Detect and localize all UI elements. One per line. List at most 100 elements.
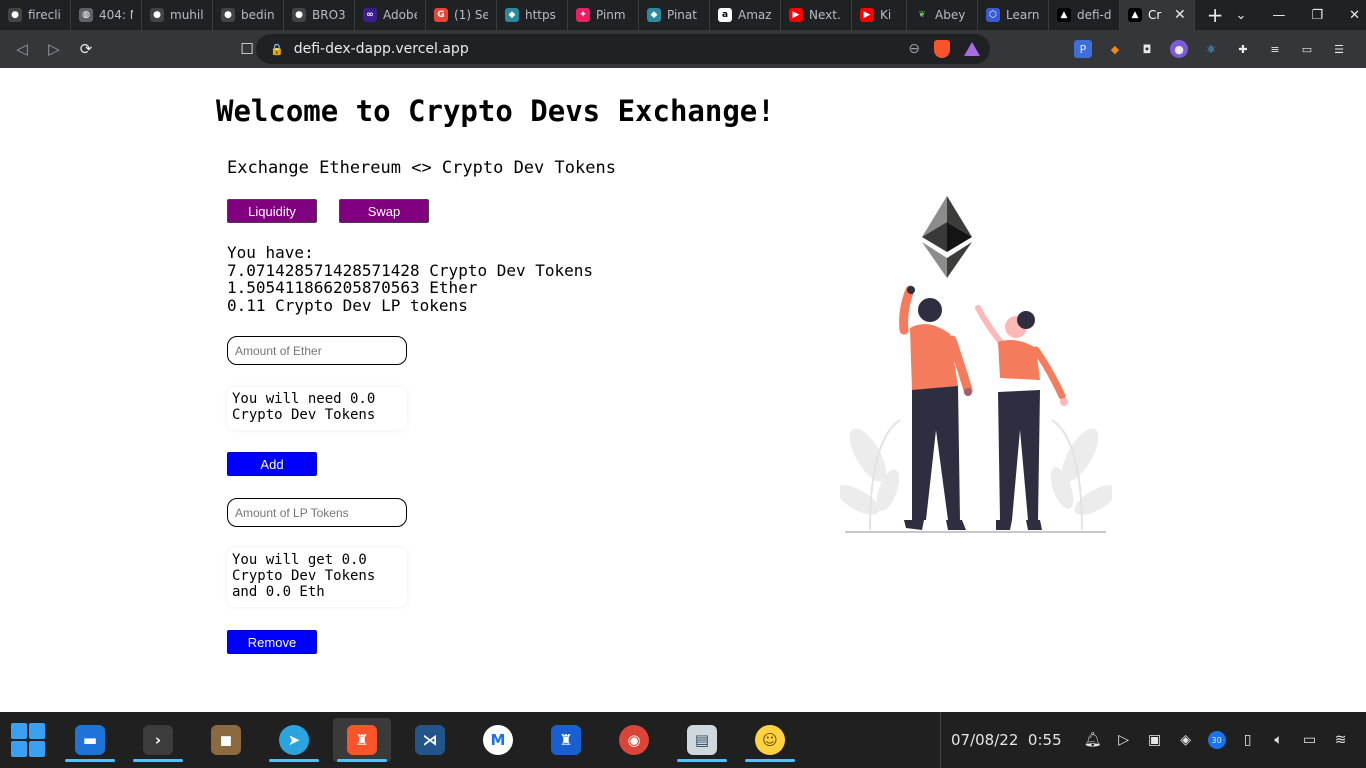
metamask-icon[interactable]: ◆: [1106, 40, 1124, 58]
teams-icon[interactable]: ▣: [1146, 731, 1164, 749]
removal-line3: and 0.0 Eth: [232, 584, 325, 600]
globe-icon: ◍: [79, 8, 93, 22]
tab-404[interactable]: ◍404: N: [71, 0, 142, 30]
zoom-icon[interactable]: ⊖: [908, 41, 920, 57]
terminal-app[interactable]: ›: [129, 718, 187, 762]
tab-muhil[interactable]: ● muhil: [142, 0, 213, 30]
tab-active[interactable]: ▲ Cr ✕: [1120, 0, 1195, 30]
brave-rewards-icon[interactable]: [964, 42, 980, 56]
youtube-icon: ▶: [860, 8, 874, 22]
man-figure: [899, 285, 973, 530]
volume-icon[interactable]: 🔈︎: [1270, 731, 1288, 749]
tab-google[interactable]: G (1) Se: [426, 0, 497, 30]
minimize-icon[interactable]: —: [1272, 8, 1285, 23]
minecraft-app[interactable]: ◼: [197, 718, 255, 762]
required-tokens-line1: You will need 0.0: [232, 391, 376, 407]
tab-pinata[interactable]: ◆ Pinat: [639, 0, 710, 30]
tab-https[interactable]: ◆ https: [497, 0, 568, 30]
liquidity-tab-button[interactable]: Liquidity: [227, 199, 317, 223]
tab-firecli[interactable]: ● firecli: [0, 0, 71, 30]
battery-icon[interactable]: ▭: [1301, 731, 1319, 749]
parking-extension-icon[interactable]: P: [1074, 40, 1092, 58]
removal-line2: Crypto Dev Tokens: [232, 568, 376, 584]
ethereum-people-illustration: [840, 196, 1112, 533]
tray-icons: 🔔︎ ▷ ▣ ◈ 30 ▯ 🔈︎ ▭ ≋ ⌃: [1084, 731, 1366, 749]
tab-search-icon[interactable]: ⌄: [1236, 8, 1247, 23]
restore-icon[interactable]: ❐: [1311, 8, 1323, 23]
woman-figure: [975, 305, 1068, 530]
camera-extension-icon[interactable]: ◘: [1138, 40, 1156, 58]
add-liquidity-button[interactable]: Add: [227, 452, 317, 476]
address-bar[interactable]: 🔒 defi-dex-dapp.vercel.app ⊖: [256, 34, 990, 64]
books-app[interactable]: ▤: [673, 718, 731, 762]
sync-badge-icon[interactable]: 30: [1207, 731, 1226, 749]
date-text: 07/08/22: [951, 731, 1019, 749]
github-icon: ●: [150, 8, 164, 22]
clock[interactable]: 07/08/22 0:55: [951, 731, 1062, 749]
emoji-app[interactable]: ☺: [741, 718, 799, 762]
media-play-icon[interactable]: ▷: [1115, 731, 1133, 749]
tab-adobe[interactable]: ∞Adobe: [355, 0, 426, 30]
vscode-app[interactable]: ⋊: [401, 718, 459, 762]
lock-icon: 🔒: [270, 42, 284, 56]
forward-icon[interactable]: ▷: [38, 40, 70, 58]
tab-learn[interactable]: ⬡ Learn: [978, 0, 1049, 30]
swap-tab-button[interactable]: Swap: [339, 199, 429, 223]
folder-icon: ▬: [75, 725, 105, 755]
start-button[interactable]: [11, 723, 45, 757]
tab-pinmap[interactable]: ✦ Pinm: [568, 0, 639, 30]
ether-amount-input[interactable]: [227, 336, 407, 365]
window-controls: ⌄ — ❐ ✕: [1236, 8, 1366, 23]
new-tab-button[interactable]: +: [1195, 3, 1236, 27]
brave-beta-app[interactable]: ♜: [537, 718, 595, 762]
maps-app[interactable]: M: [469, 718, 527, 762]
notification-bell-icon[interactable]: 🔔︎: [1084, 731, 1102, 749]
google-icon: G: [434, 8, 448, 22]
cd-token-balance: 7.071428571428571428 Crypto Dev Tokens: [227, 260, 594, 280]
vercel-icon: ▲: [1057, 8, 1071, 22]
close-tab-icon[interactable]: ✕: [1174, 7, 1186, 23]
tab-bro3[interactable]: ● BRO3: [284, 0, 355, 30]
extensions-bar: P ◆ ◘ ● ⚛ ✚ ≡ ▭ ☰: [1074, 30, 1348, 68]
github-icon: ●: [292, 8, 306, 22]
media-queue-icon[interactable]: ≡: [1266, 40, 1284, 58]
extension-face-icon[interactable]: ●: [1170, 40, 1188, 58]
wifi-icon[interactable]: ≋: [1332, 731, 1350, 749]
show-desktop-chevron-icon[interactable]: ⌃: [1363, 731, 1366, 749]
file-explorer-app[interactable]: ▬: [61, 718, 119, 762]
tab-defi[interactable]: ▲ defi-d: [1049, 0, 1120, 30]
url-text[interactable]: defi-dex-dapp.vercel.app: [294, 41, 469, 57]
tab-next-youtube[interactable]: ▶ Next.: [781, 0, 852, 30]
brave-shields-icon[interactable]: [934, 40, 950, 58]
smiley-icon: ☺: [755, 725, 785, 755]
chrome-beta-app[interactable]: ◉: [605, 718, 663, 762]
amazon-icon: a: [718, 8, 732, 22]
reload-icon[interactable]: ⟳: [70, 40, 102, 58]
brave-app[interactable]: ♜: [333, 718, 391, 762]
vercel-icon: ▲: [1128, 8, 1142, 22]
tab-amazon[interactable]: a Amaz: [710, 0, 781, 30]
ethereum-logo-icon: [922, 196, 972, 278]
cube-icon: ◆: [505, 8, 519, 22]
tab-bedin[interactable]: ● bedin: [213, 0, 284, 30]
clipboard-icon[interactable]: ▯: [1239, 731, 1257, 749]
minecraft-icon: ◼: [211, 725, 241, 755]
back-icon[interactable]: ◁: [6, 40, 38, 58]
pinata-icon: ◆: [647, 8, 661, 22]
lp-token-amount-input[interactable]: [227, 498, 407, 527]
remove-liquidity-button[interactable]: Remove: [227, 630, 317, 654]
tab-ki-youtube[interactable]: ▶ Ki: [852, 0, 907, 30]
extensions-puzzle-icon[interactable]: ✚: [1234, 40, 1252, 58]
wallet-icon[interactable]: ▭: [1298, 40, 1316, 58]
adobe-icon: ∞: [363, 8, 377, 22]
react-devtools-icon[interactable]: ⚛: [1202, 40, 1220, 58]
telegram-app[interactable]: ➤: [265, 718, 323, 762]
security-shield-icon[interactable]: ◈: [1177, 731, 1195, 749]
maps-icon: M: [483, 725, 513, 755]
tab-abey[interactable]: ❦ Abey: [907, 0, 978, 30]
menu-icon[interactable]: ☰: [1330, 40, 1348, 58]
chrome-beta-icon: ◉: [619, 725, 649, 755]
balances: You have: 7.071428571428571428 Crypto De…: [227, 244, 593, 314]
github-icon: ●: [8, 8, 22, 22]
close-window-icon[interactable]: ✕: [1349, 8, 1360, 23]
